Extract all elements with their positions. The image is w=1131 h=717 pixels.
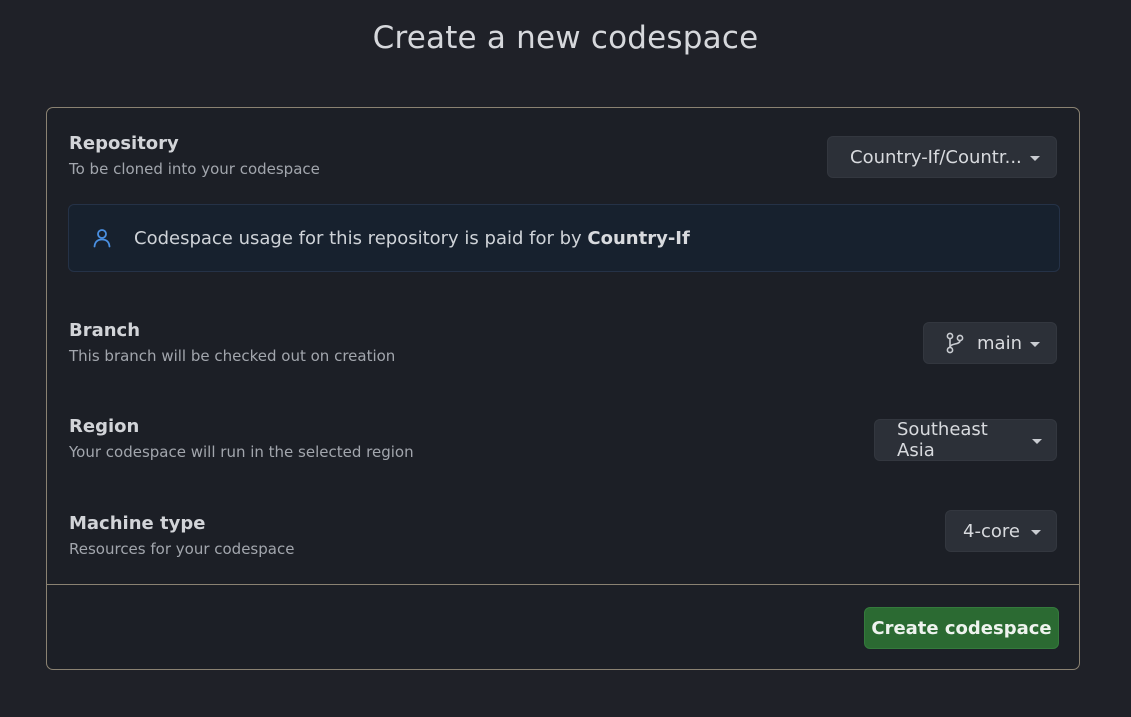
codespace-form-card: Repository To be cloned into your codesp…	[46, 107, 1080, 670]
create-codespace-button[interactable]: Create codespace	[864, 607, 1059, 649]
branch-row: Branch This branch will be checked out o…	[69, 320, 1057, 370]
page-title: Create a new codespace	[372, 20, 759, 56]
branch-description: This branch will be checked out on creat…	[69, 347, 396, 365]
billing-notice-prefix: Codespace usage for this repository is p…	[134, 227, 588, 249]
repository-dropdown-value: Country-If/Countr...	[850, 146, 1022, 168]
footer-divider	[47, 584, 1079, 585]
billing-notice: Codespace usage for this repository is p…	[68, 204, 1060, 272]
machine-type-description: Resources for your codespace	[69, 540, 295, 558]
chevron-down-icon	[1032, 438, 1042, 444]
machine-type-row: Machine type Resources for your codespac…	[69, 510, 1057, 563]
region-row: Region Your codespace will run in the se…	[69, 416, 1057, 466]
person-icon	[91, 227, 113, 249]
machine-type-title: Machine type	[69, 513, 206, 534]
region-dropdown-value: Southeast Asia	[897, 419, 988, 461]
billing-notice-text: Codespace usage for this repository is p…	[134, 228, 690, 249]
machine-type-dropdown-value: 4-core	[963, 520, 1020, 542]
repository-dropdown[interactable]: Country-If/Countr...	[827, 136, 1057, 178]
git-branch-icon	[946, 332, 964, 354]
branch-dropdown[interactable]: main	[923, 322, 1057, 364]
region-dropdown[interactable]: Southeast Asia	[874, 419, 1057, 461]
branch-dropdown-value: main	[977, 332, 1022, 354]
chevron-down-icon	[1029, 155, 1040, 161]
machine-type-dropdown[interactable]: 4-core	[945, 510, 1057, 552]
branch-title: Branch	[69, 320, 141, 341]
billing-owner: Country-If	[587, 227, 690, 249]
chevron-down-icon	[1029, 341, 1040, 347]
chevron-down-icon	[1030, 529, 1041, 535]
repository-row: Repository To be cloned into your codesp…	[69, 133, 1057, 183]
